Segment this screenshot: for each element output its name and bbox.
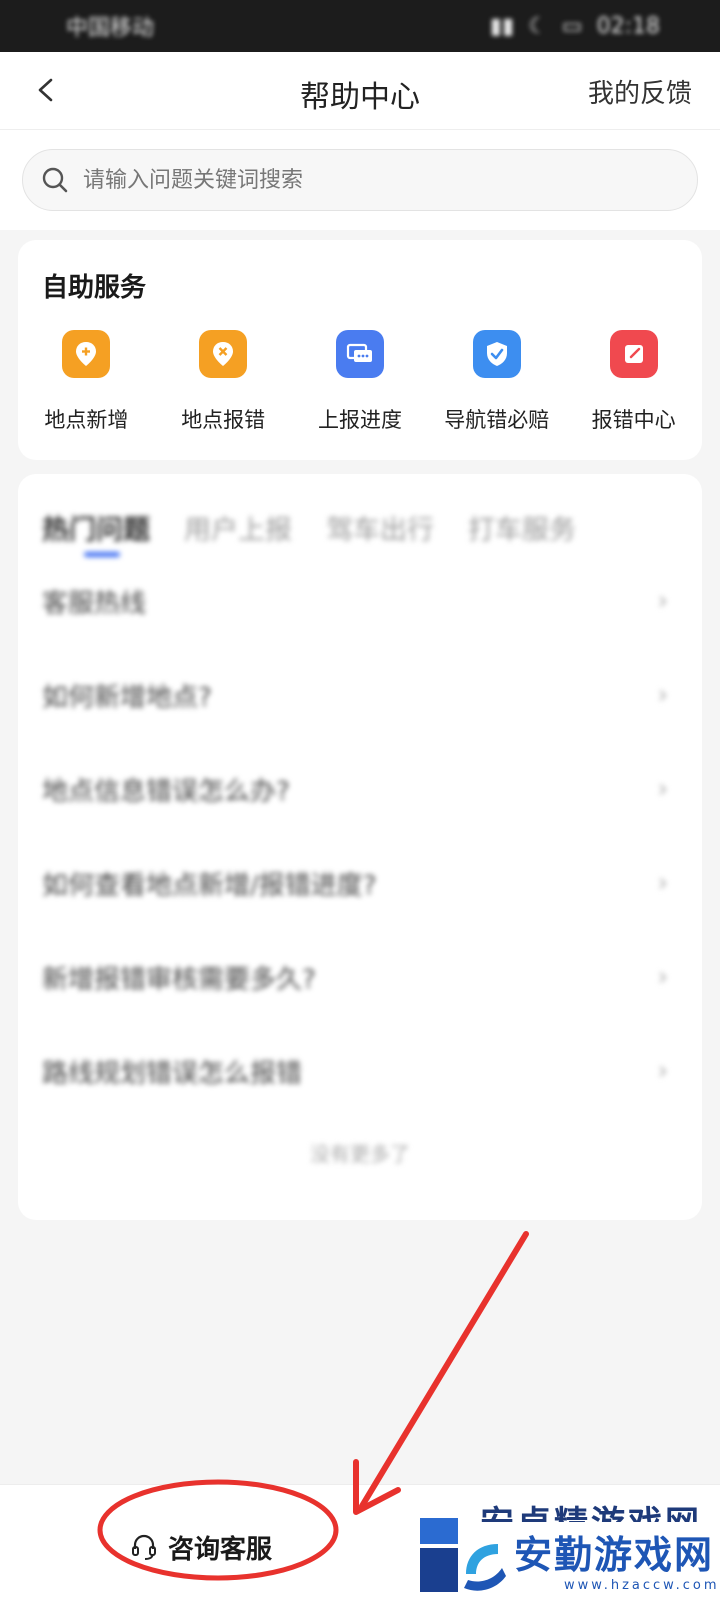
faq-item-label: 路线规划错误怎么报错 xyxy=(42,1058,303,1089)
header: 帮助中心 我的反馈 xyxy=(0,52,720,130)
watermark: 安卓精游戏网 安勤游戏网 www.hzaccw.com xyxy=(408,1496,720,1600)
faq-item[interactable]: 新增报错审核需要多久? › xyxy=(18,930,702,1024)
search-icon xyxy=(42,167,68,193)
chevron-right-icon: › xyxy=(657,962,668,992)
consult-service-button[interactable]: 咨询客服 xyxy=(130,1529,272,1565)
carrier-label: 中国移动 xyxy=(66,16,155,41)
faq-card: 热门问题 用户上报 驾车出行 打车服务 客服热线 › 如何新增地点? › 地点信… xyxy=(18,474,702,1220)
search-section xyxy=(0,130,720,230)
status-time: 02:18 xyxy=(596,13,660,39)
faq-item-label: 地点信息错误怎么办? xyxy=(42,776,290,807)
location-add-icon xyxy=(62,330,111,378)
faq-item[interactable]: 如何新增地点? › xyxy=(18,648,702,742)
service-location-error[interactable]: 地点报错 xyxy=(155,330,292,434)
edit-report-icon xyxy=(609,330,658,378)
my-feedback-link[interactable]: 我的反馈 xyxy=(588,73,692,110)
service-location-add[interactable]: 地点新增 xyxy=(18,330,155,434)
chevron-right-icon: › xyxy=(657,680,668,710)
self-service-list: 地点新增 地点报错 上报进度 导航错必赔 报错中心 xyxy=(18,330,702,434)
annotation-arrow-line xyxy=(359,1231,529,1509)
faq-blurred-content: 热门问题 用户上报 驾车出行 打车服务 客服热线 › 如何新增地点? › 地点信… xyxy=(18,474,702,1220)
watermark-logo-icon xyxy=(420,1518,506,1592)
self-service-title: 自助服务 xyxy=(42,273,147,303)
faq-item[interactable]: 地点信息错误怎么办? › xyxy=(18,742,702,836)
self-service-card: 自助服务 地点新增 地点报错 上报进度 导航错必赔 报错中心 xyxy=(18,240,702,460)
faq-item[interactable]: 路线规划错误怎么报错 › xyxy=(18,1024,702,1118)
chevron-right-icon: › xyxy=(657,1056,668,1086)
status-bar: 中国移动 ▮▮ ☾ ▭ 02:18 xyxy=(0,0,720,52)
faq-item-label: 如何新增地点? xyxy=(42,682,212,713)
service-nav-compensation[interactable]: 导航错必赔 xyxy=(428,330,565,434)
service-label: 上报进度 xyxy=(317,408,402,432)
service-report-center[interactable]: 报错中心 xyxy=(565,330,702,434)
moon-icon: ☾ xyxy=(528,13,548,39)
chevron-right-icon: › xyxy=(657,774,668,804)
consult-service-label: 咨询客服 xyxy=(168,1534,273,1565)
faq-item-label: 新增报错审核需要多久? xyxy=(42,964,316,995)
signal-icon: ▮▮ xyxy=(489,13,515,39)
watermark-text: 安勤游戏网 xyxy=(514,1533,715,1577)
watermark-top-text: 安卓精游戏网 xyxy=(480,1496,702,1522)
search-input[interactable] xyxy=(83,167,643,193)
headset-icon xyxy=(132,1534,156,1560)
faq-item[interactable]: 如何查看地点新增/报错进度? › xyxy=(18,836,702,930)
shield-check-icon xyxy=(472,330,521,378)
service-label: 地点新增 xyxy=(44,408,129,432)
service-label: 地点报错 xyxy=(181,408,266,432)
service-report-progress[interactable]: 上报进度 xyxy=(292,330,429,434)
chevron-right-icon: › xyxy=(657,868,668,898)
battery-icon: ▭ xyxy=(561,13,583,39)
no-more-text: 没有更多了 xyxy=(310,1142,410,1166)
service-label: 报错中心 xyxy=(591,408,676,432)
search-bar[interactable] xyxy=(22,149,698,211)
faq-list: 客服热线 › 如何新增地点? › 地点信息错误怎么办? › 如何查看地点新增/报… xyxy=(18,554,702,1118)
progress-chat-icon xyxy=(335,330,384,378)
faq-item-label: 如何查看地点新增/报错进度? xyxy=(42,870,377,901)
status-icons: ▮▮ ☾ ▭ 02:18 xyxy=(490,14,660,39)
faq-item[interactable]: 客服热线 › xyxy=(18,554,702,648)
faq-item-label: 客服热线 xyxy=(42,588,147,619)
location-error-icon xyxy=(199,330,248,378)
watermark-url: www.hzaccw.com xyxy=(564,1578,720,1593)
service-label: 导航错必赔 xyxy=(444,408,550,432)
chevron-right-icon: › xyxy=(657,586,668,616)
